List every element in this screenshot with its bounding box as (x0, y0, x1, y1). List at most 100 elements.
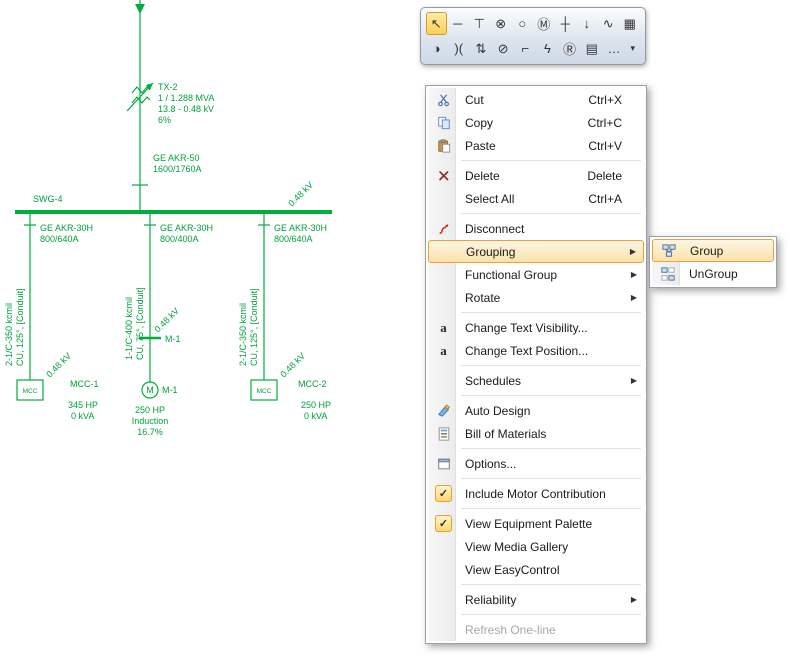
feeder2-cable-size: 1-1/C-400 kcmil (124, 297, 134, 360)
checked-checkbox-icon: ✓ (435, 515, 452, 532)
menu-separator (461, 508, 641, 509)
feeder1-breaker-name: GE AKR-30H (40, 223, 93, 233)
bus-tool-button[interactable]: ─ (448, 12, 469, 35)
one-line-diagram: TX-2 1 / 1.288 MVA 13.8 - 0.48 kV 6% GE … (0, 0, 420, 655)
menu-label: Bill of Materials (465, 427, 546, 441)
generator-tool-button[interactable]: ⊗ (491, 12, 512, 35)
cable-tool-icon: ∿ (603, 16, 614, 32)
menu-label: Copy (465, 116, 493, 130)
checked-checkbox-icon: ✓ (435, 485, 452, 502)
feeder3-kv-label: 0.48 kV (278, 351, 307, 380)
copy-icon (430, 116, 457, 130)
toolbar-row-1: ↖ ─ ⊤ ⊗ ○ Ⓜ ┼ ↓ ∿ ▦ (426, 12, 640, 35)
dropdown-arrow-icon: ▾ (631, 43, 636, 54)
menu-item-view-media-gallery[interactable]: View Media Gallery (428, 535, 644, 558)
contact-tool-button[interactable]: )( (448, 37, 469, 60)
main-breaker-name-label: GE AKR-50 (153, 153, 200, 163)
relay-tool-button[interactable]: Ⓡ (559, 37, 580, 60)
menu-item-paste[interactable]: Paste Ctrl+V (428, 134, 644, 157)
menu-item-bill-of-materials[interactable]: Bill of Materials (428, 422, 644, 445)
feeder3-breaker-name: GE AKR-30H (274, 223, 327, 233)
mcc1-hp-label: 345 HP (68, 400, 98, 410)
switch-tool-icon: ⌐ (521, 41, 529, 56)
panel-tool-icon: ▦ (624, 16, 636, 32)
feeder-arrow-tool-button[interactable]: ↓ (577, 12, 598, 35)
menu-item-cut[interactable]: Cut Ctrl+X (428, 88, 644, 111)
menu-item-change-text-position[interactable]: a Change Text Position... (428, 339, 644, 362)
menu-item-copy[interactable]: Copy Ctrl+C (428, 111, 644, 134)
menu-item-view-easycontrol[interactable]: View EasyControl (428, 558, 644, 581)
menu-item-options[interactable]: Options... (428, 452, 644, 475)
cable-tool-button[interactable]: ∿ (598, 12, 619, 35)
tx2-z-label: 6% (158, 115, 171, 125)
menu-item-rotate[interactable]: Rotate ▶ (428, 286, 644, 309)
menu-item-disconnect[interactable]: Disconnect (428, 217, 644, 240)
contact-tool-icon: )( (454, 41, 463, 56)
transformer-tool-button[interactable]: ┼ (555, 12, 576, 35)
menu-item-include-motor-contribution[interactable]: ✓ Include Motor Contribution (428, 482, 644, 505)
load-tool-button[interactable]: ○ (512, 12, 533, 35)
menu-label: Group (690, 244, 723, 258)
submenu-arrow-icon: ▶ (631, 293, 640, 302)
feeder2-kv-label: 0.48 kV (152, 306, 181, 335)
menu-separator (461, 478, 641, 479)
menu-item-change-text-visibility[interactable]: a Change Text Visibility... (428, 316, 644, 339)
menu-item-delete[interactable]: Delete Delete (428, 164, 644, 187)
menu-item-refresh-oneline: Refresh One-line (428, 618, 644, 641)
mcc2-box-label: MCC (257, 388, 272, 395)
meter-tool-icon: ◑ (433, 41, 441, 56)
surge-tool-icon: ϟ (544, 41, 551, 56)
menu-item-reliability[interactable]: Reliability ▶ (428, 588, 644, 611)
surge-tool-button[interactable]: ϟ (537, 37, 558, 60)
menu-item-grouping[interactable]: Grouping ▶ (428, 240, 644, 263)
menu-label: View Media Gallery (465, 540, 568, 554)
auto-design-icon (430, 404, 457, 418)
menu-separator (461, 614, 641, 615)
delete-icon (430, 169, 457, 183)
report-tool-button[interactable]: ▤ (581, 37, 602, 60)
bus-kv-label: 0.48 kV (286, 180, 315, 209)
utility-tool-button[interactable]: ⊤ (469, 12, 490, 35)
menu-label: Functional Group (465, 268, 557, 282)
tx2-kv-label: 13.8 - 0.48 kV (158, 104, 214, 114)
select-tool-button[interactable]: ↖ (426, 12, 447, 35)
two-winding-tool-button[interactable]: ⇅ (470, 37, 491, 60)
meter-tool-button[interactable]: ◑ (426, 37, 447, 60)
switch-tool-button[interactable]: ⌐ (515, 37, 536, 60)
paste-icon (430, 139, 457, 153)
context-menu: Cut Ctrl+X Copy Ctrl+C Paste Ctrl+V Dele… (425, 85, 647, 644)
mcc1-box-label: MCC (23, 388, 38, 395)
feeder1-breaker-rating: 800/640A (40, 234, 79, 244)
menu-item-functional-group[interactable]: Functional Group ▶ (428, 263, 644, 286)
menu-label: Paste (465, 139, 496, 153)
feeder3-breaker-rating: 800/640A (274, 234, 313, 244)
panel-tool-button[interactable]: ▦ (620, 12, 641, 35)
text-visibility-icon: a (440, 320, 447, 336)
menu-item-auto-design[interactable]: Auto Design (428, 399, 644, 422)
feeder1-kv-label: 0.48 kV (44, 351, 73, 380)
menu-item-schedules[interactable]: Schedules ▶ (428, 369, 644, 392)
text-position-icon: a (440, 343, 447, 359)
menu-separator (461, 213, 641, 214)
fuse-tool-icon: ⊘ (498, 41, 509, 57)
motor-pct-label: 16.7% (137, 427, 163, 437)
feeder-arrow-tool-icon: ↓ (584, 16, 591, 31)
submenu-item-ungroup[interactable]: UnGroup (652, 262, 774, 285)
bill-of-materials-icon (430, 427, 457, 441)
menu-item-select-all[interactable]: Select All Ctrl+A (428, 187, 644, 210)
submenu-item-group[interactable]: Group (652, 239, 774, 262)
menu-shortcut: Ctrl+V (588, 139, 640, 153)
menu-separator (461, 312, 641, 313)
mcc1-kva-label: 0 kVA (71, 411, 94, 421)
menu-label: Select All (465, 192, 514, 206)
more-tools-button[interactable]: … (603, 37, 624, 60)
menu-label: Disconnect (465, 222, 524, 236)
motor-tool-button[interactable]: Ⓜ (534, 12, 555, 35)
fuse-tool-button[interactable]: ⊘ (493, 37, 514, 60)
toolbar-options-button[interactable]: ▾ (626, 37, 640, 60)
feeder2-breaker-name: GE AKR-30H (160, 223, 213, 233)
menu-label: Change Text Visibility... (465, 321, 588, 335)
menu-item-view-equipment-palette[interactable]: ✓ View Equipment Palette (428, 512, 644, 535)
feeder3-cable-spec: CU, 125°, [Conduit] (249, 288, 259, 366)
cut-icon (430, 93, 457, 107)
